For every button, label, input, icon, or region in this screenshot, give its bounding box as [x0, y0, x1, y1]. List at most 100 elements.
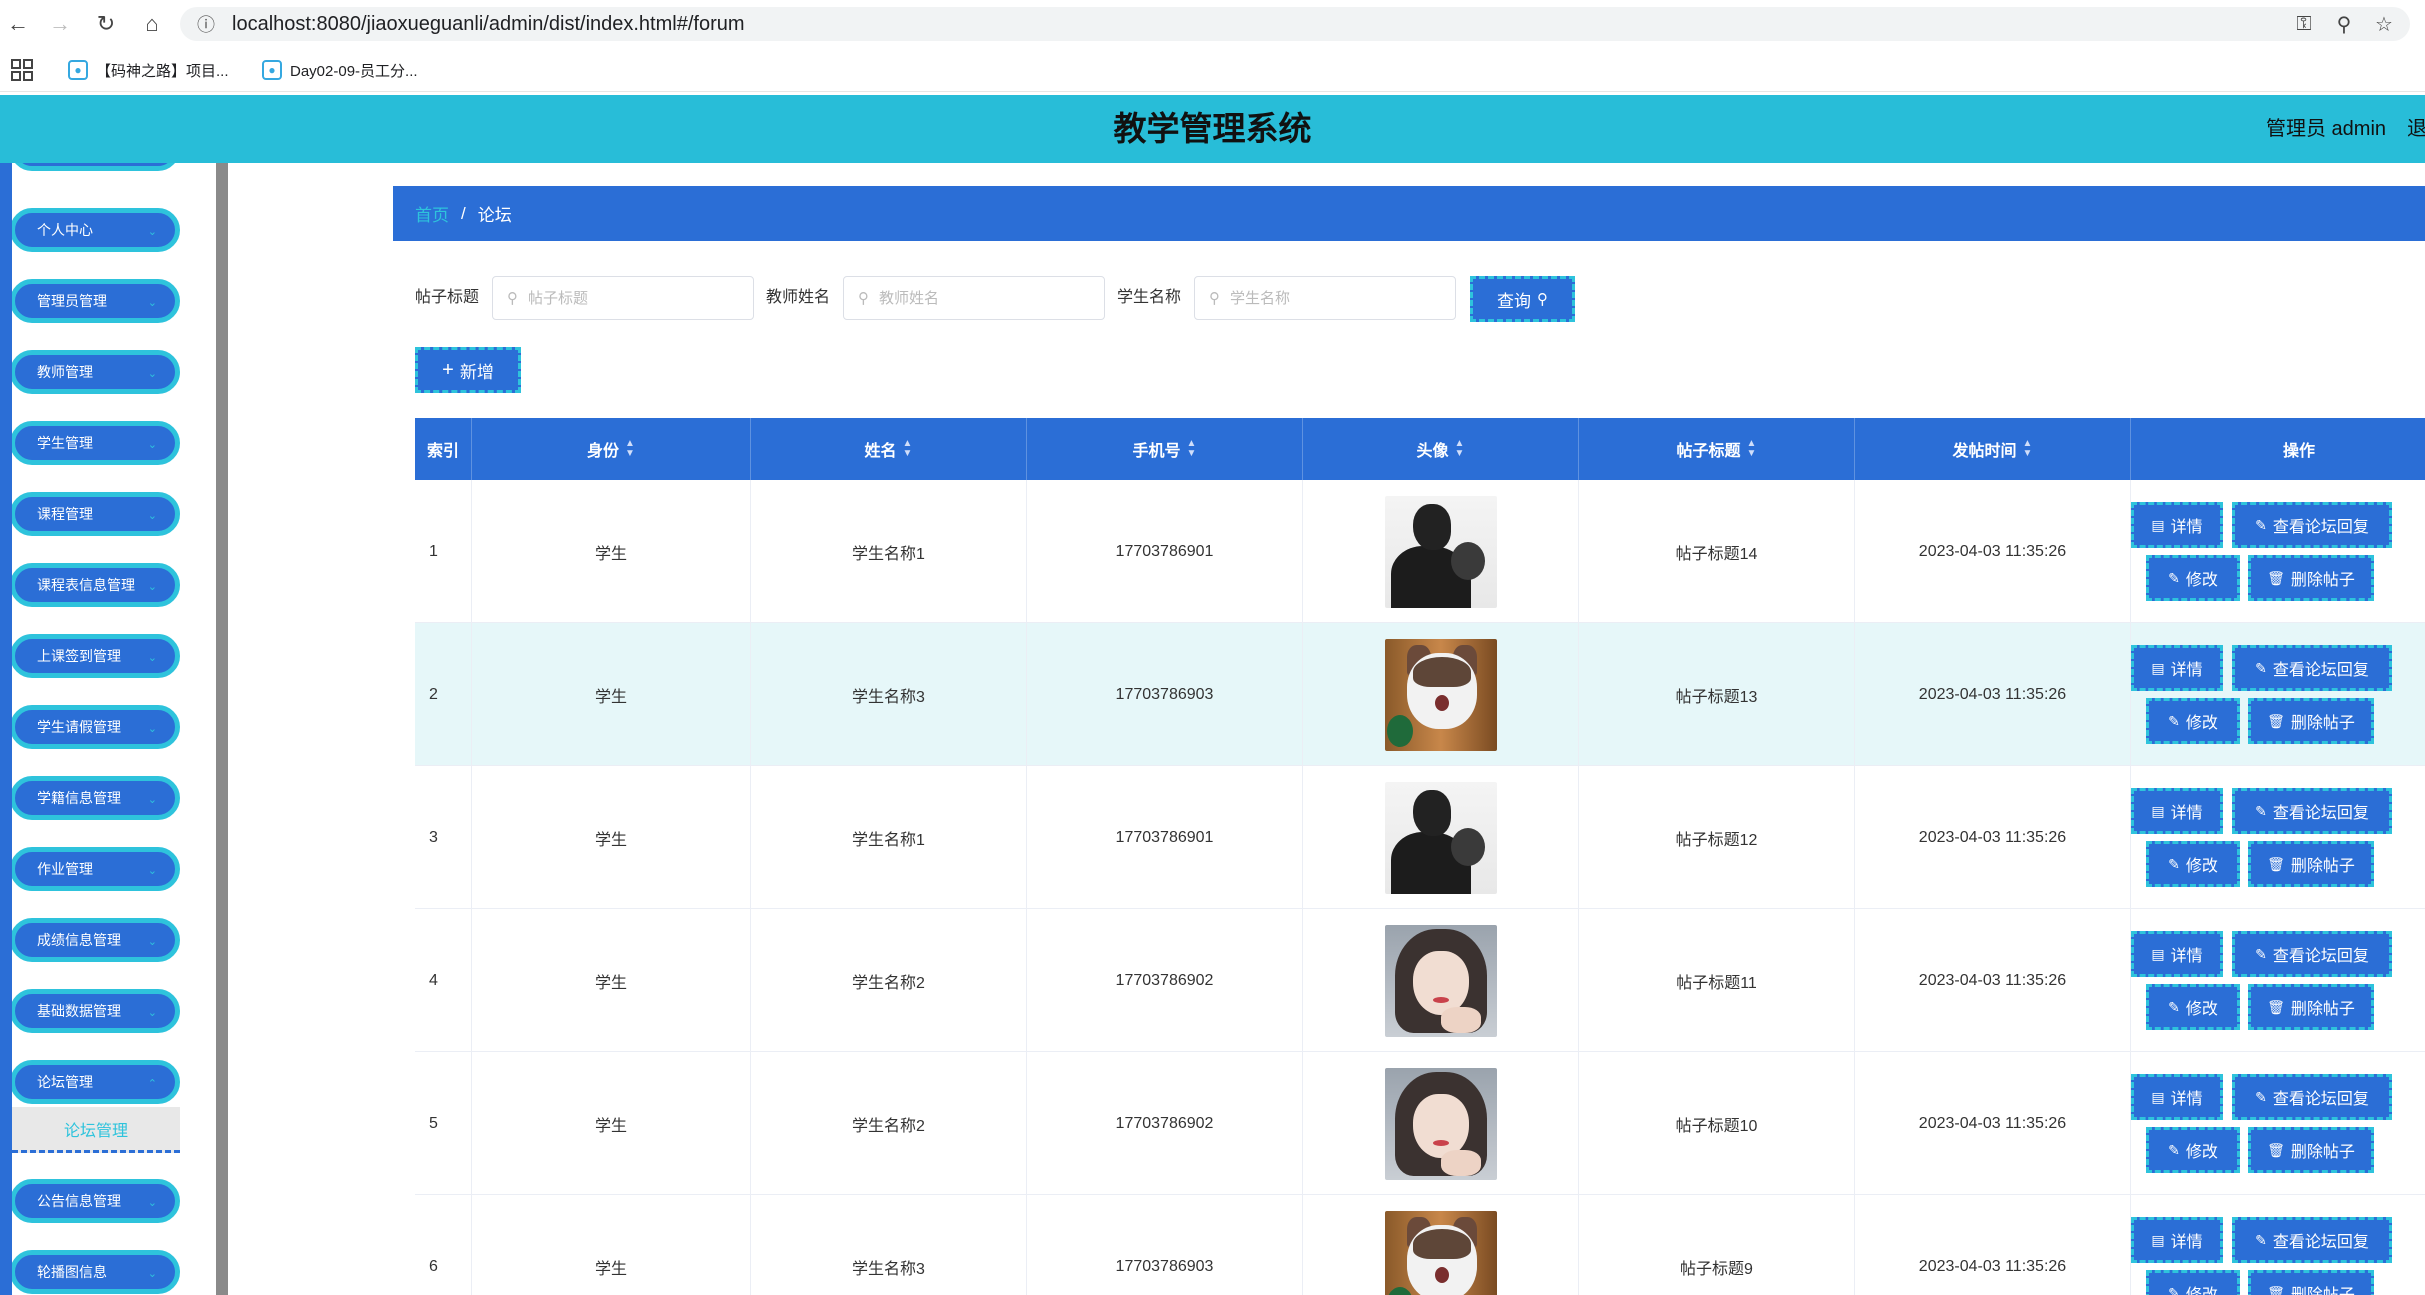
- sidebar-subitem-forum[interactable]: 论坛管理: [12, 1107, 180, 1153]
- delete-post-button[interactable]: 🗑 删除帖子: [2248, 984, 2374, 1030]
- reload-icon[interactable]: ↻: [92, 10, 120, 38]
- document-icon: ▤: [2151, 802, 2165, 819]
- sidebar-item-attendance[interactable]: 上课签到管理 ⌄: [10, 634, 180, 678]
- delete-post-button[interactable]: 🗑 删除帖子: [2248, 841, 2374, 887]
- edit-button[interactable]: ✎ 修改: [2146, 1270, 2240, 1295]
- apps-grid-icon[interactable]: [10, 58, 34, 82]
- teacher-name-field[interactable]: ⚲: [843, 276, 1105, 320]
- sort-icon[interactable]: ▲ ▼: [903, 439, 913, 459]
- edit-icon: ✎: [2168, 855, 2180, 872]
- column-header-post-time[interactable]: 发帖时间 ▲ ▼: [1855, 418, 2131, 480]
- view-replies-button[interactable]: ✎ 查看论坛回复: [2232, 645, 2392, 691]
- sidebar-item-base-data[interactable]: 基础数据管理 ⌄: [10, 989, 180, 1033]
- column-header-label: 帖子标题: [1676, 443, 1741, 460]
- sort-icon[interactable]: ▲ ▼: [625, 439, 635, 459]
- view-replies-button[interactable]: ✎ 查看论坛回复: [2232, 788, 2392, 834]
- column-header-index: 索引: [415, 418, 472, 480]
- avatar[interactable]: [1384, 638, 1497, 751]
- detail-button[interactable]: ▤ 详情: [2131, 645, 2223, 691]
- table-row[interactable]: 1 学生 学生名称1 17703786901 帖子标题14 2023-04-03 11:3…: [415, 480, 2425, 623]
- view-replies-button[interactable]: ✎ 查看论坛回复: [2232, 502, 2392, 548]
- query-button[interactable]: 查询 ⚲: [1470, 276, 1575, 322]
- sidebar-item-homework[interactable]: 作业管理 ⌄: [10, 847, 180, 891]
- avatar[interactable]: [1384, 1067, 1497, 1180]
- bookmark-item[interactable]: ● Day02-09-员工分...: [262, 58, 418, 82]
- table-row[interactable]: 2 学生 学生名称3 17703786903 帖子标题13 2023-04-03 11:3…: [415, 623, 2425, 766]
- sidebar-item-grades[interactable]: 成绩信息管理 ⌄: [10, 918, 180, 962]
- edit-button[interactable]: ✎ 修改: [2146, 1127, 2240, 1173]
- post-title-field[interactable]: ⚲: [492, 276, 754, 320]
- table-row[interactable]: 4 学生 学生名称2 17703786902 帖子标题11 2023-04-03 11:3…: [415, 909, 2425, 1052]
- column-header-avatar[interactable]: 头像 ▲ ▼: [1303, 418, 1579, 480]
- forward-arrow-icon[interactable]: →: [46, 10, 74, 38]
- address-bar[interactable]: ⓘ localhost:8080/jiaoxueguanli/admin/dis…: [180, 7, 2410, 41]
- column-header-phone[interactable]: 手机号 ▲ ▼: [1027, 418, 1303, 480]
- column-header-post-title[interactable]: 帖子标题 ▲ ▼: [1579, 418, 1855, 480]
- avatar[interactable]: [1384, 495, 1497, 608]
- star-icon[interactable]: ☆: [2370, 10, 2398, 38]
- column-header-name[interactable]: 姓名 ▲ ▼: [751, 418, 1027, 480]
- detail-button[interactable]: ▤ 详情: [2131, 931, 2223, 977]
- cell-post-time: 2023-04-03 11:35:26: [1855, 623, 2131, 766]
- bookmark-item[interactable]: ● 【码神之路】项目...: [68, 58, 229, 82]
- avatar[interactable]: [1384, 1210, 1497, 1295]
- edit-button[interactable]: ✎ 修改: [2146, 698, 2240, 744]
- sidebar-item-teachers[interactable]: 教师管理 ⌄: [10, 350, 180, 394]
- url-text[interactable]: localhost:8080/jiaoxueguanli/admin/dist/…: [232, 13, 745, 36]
- cell-index-text: 3: [429, 828, 438, 846]
- sidebar-item-forum[interactable]: 论坛管理 ⌃: [10, 1060, 180, 1104]
- teacher-name-input[interactable]: [877, 288, 1077, 308]
- table-row[interactable]: 5 学生 学生名称2 17703786902 帖子标题10 2023-04-03 11:3…: [415, 1052, 2425, 1195]
- delete-post-button[interactable]: 🗑 删除帖子: [2248, 555, 2374, 601]
- delete-post-button-label: 删除帖子: [2291, 1281, 2355, 1295]
- sort-icon[interactable]: ▲ ▼: [1187, 439, 1197, 459]
- avatar[interactable]: [1384, 781, 1497, 894]
- sidebar-item-timetable[interactable]: 课程表信息管理 ⌄: [10, 563, 180, 607]
- delete-post-button[interactable]: 🗑 删除帖子: [2248, 1127, 2374, 1173]
- logout-link[interactable]: 退: [2407, 95, 2425, 163]
- sort-icon[interactable]: ▲ ▼: [2023, 439, 2033, 459]
- post-title-input[interactable]: [526, 288, 726, 308]
- cell-index: 2: [415, 623, 472, 766]
- edit-button[interactable]: ✎ 修改: [2146, 555, 2240, 601]
- home-icon[interactable]: ⌂: [138, 10, 166, 38]
- view-replies-button[interactable]: ✎ 查看论坛回复: [2232, 931, 2392, 977]
- sidebar-scrollbar[interactable]: [216, 163, 228, 1295]
- admin-user-label[interactable]: 管理员 admin: [2266, 95, 2386, 163]
- detail-button[interactable]: ▤ 详情: [2131, 1217, 2223, 1263]
- sidebar-item-notices[interactable]: 公告信息管理 ⌄: [10, 1179, 180, 1223]
- add-button[interactable]: + 新增: [415, 347, 521, 393]
- view-replies-button[interactable]: ✎ 查看论坛回复: [2232, 1217, 2392, 1263]
- delete-post-button[interactable]: 🗑 删除帖子: [2248, 1270, 2374, 1295]
- view-replies-button-label: 查看论坛回复: [2272, 1091, 2369, 1108]
- breadcrumb-home-link[interactable]: 首页: [415, 201, 449, 226]
- edit-button[interactable]: ✎ 修改: [2146, 841, 2240, 887]
- detail-button[interactable]: ▤ 详情: [2131, 502, 2223, 548]
- delete-post-button[interactable]: 🗑 删除帖子: [2248, 698, 2374, 744]
- detail-button[interactable]: ▤ 详情: [2131, 788, 2223, 834]
- sort-icon[interactable]: ▲ ▼: [1747, 439, 1757, 459]
- student-name-field[interactable]: ⚲: [1194, 276, 1456, 320]
- key-icon[interactable]: ⚿: [2290, 10, 2318, 38]
- edit-button[interactable]: ✎ 修改: [2146, 984, 2240, 1030]
- detail-button[interactable]: ▤ 详情: [2131, 1074, 2223, 1120]
- back-arrow-icon[interactable]: ←: [4, 10, 32, 38]
- site-info-icon[interactable]: ⓘ: [192, 10, 220, 38]
- sidebar-item-courses[interactable]: 课程管理 ⌄: [10, 492, 180, 536]
- sort-icon[interactable]: ▲ ▼: [1455, 439, 1465, 459]
- sidebar-item-profile[interactable]: 个人中心 ⌄: [10, 208, 180, 252]
- sidebar-item-carousel[interactable]: 轮播图信息 ⌄: [10, 1250, 180, 1294]
- avatar[interactable]: [1384, 924, 1497, 1037]
- table-row[interactable]: 3 学生 学生名称1 17703786901 帖子标题12 2023-04-03 11:3…: [415, 766, 2425, 909]
- sidebar-item-students[interactable]: 学生管理 ⌄: [10, 421, 180, 465]
- sidebar-item-enrollment[interactable]: 学籍信息管理 ⌄: [10, 776, 180, 820]
- column-header-role[interactable]: 身份 ▲ ▼: [472, 418, 751, 480]
- view-replies-button[interactable]: ✎ 查看论坛回复: [2232, 1074, 2392, 1120]
- sidebar: 首页 个人中心⌄ 管理员管理⌄ 教师管理⌄ 学生管理⌄ 课程管理⌄ 课程表信息管…: [0, 163, 220, 1295]
- table-row[interactable]: 6 学生 学生名称3 17703786903 帖子标题9 2023-04-03 11:35…: [415, 1195, 2425, 1295]
- sidebar-item-home[interactable]: 首页: [10, 163, 180, 171]
- student-name-input[interactable]: [1228, 288, 1428, 308]
- sidebar-item-leave[interactable]: 学生请假管理 ⌄: [10, 705, 180, 749]
- cell-post-title: 帖子标题12: [1579, 766, 1855, 909]
- zoom-icon[interactable]: ⚲: [2330, 10, 2358, 38]
